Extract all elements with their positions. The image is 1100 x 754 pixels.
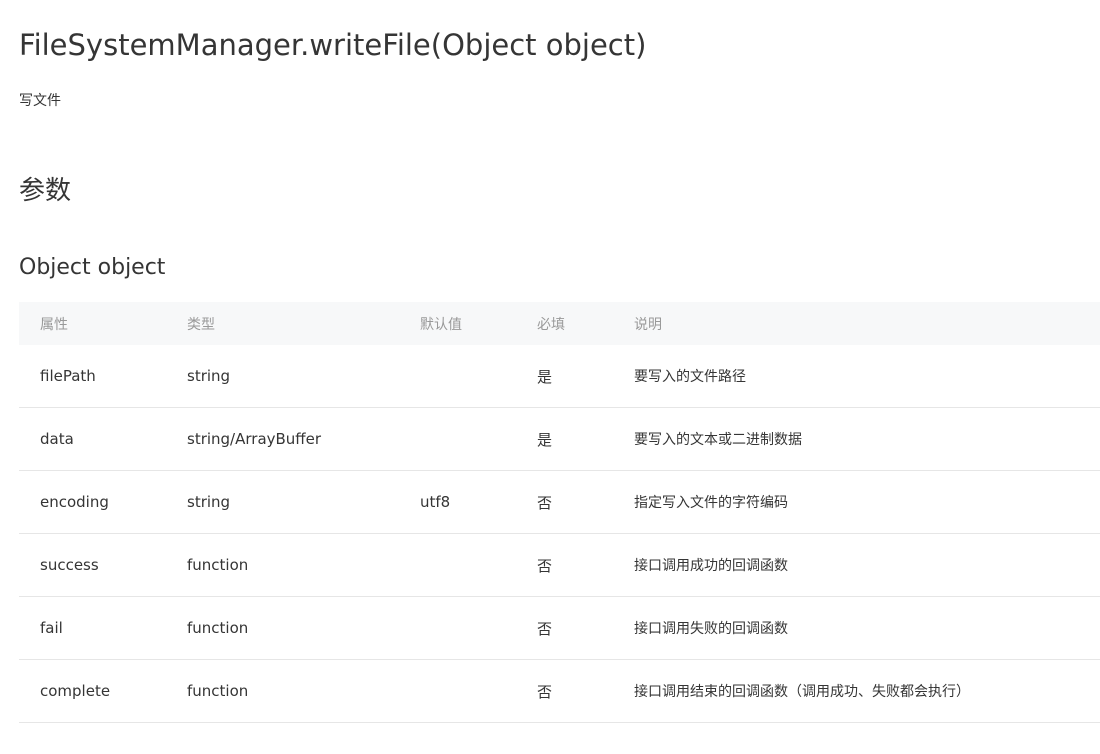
cell-name: complete <box>19 659 187 723</box>
cell-required: 否 <box>537 470 634 534</box>
cell-default <box>420 345 537 408</box>
cell-default <box>420 407 537 471</box>
page-title: FileSystemManager.writeFile(Object objec… <box>19 28 647 62</box>
cell-default <box>420 596 537 660</box>
cell-desc: 要写入的文件路径 <box>634 345 1100 408</box>
cell-desc: 接口调用失败的回调函数 <box>634 596 1100 660</box>
cell-name: fail <box>19 596 187 660</box>
cell-type: string <box>187 470 420 534</box>
cell-type: function <box>187 533 420 597</box>
cell-default <box>420 533 537 597</box>
section-title: 参数 <box>19 176 72 206</box>
table-row: success function 否 接口调用成功的回调函数 <box>19 533 1100 597</box>
header-default: 默认值 <box>420 316 462 333</box>
cell-type: function <box>187 596 420 660</box>
table-header-row: 属性 类型 默认值 必填 说明 <box>19 302 1100 345</box>
cell-name: encoding <box>19 470 187 534</box>
cell-required: 否 <box>537 533 634 597</box>
params-table: 属性 类型 默认值 必填 说明 filePath string 是 要写入的文件… <box>19 302 1100 723</box>
table-row: fail function 否 接口调用失败的回调函数 <box>19 596 1100 660</box>
cell-default: utf8 <box>420 470 537 534</box>
cell-type: string <box>187 345 420 408</box>
param-object-title: Object object <box>19 255 166 280</box>
cell-required: 是 <box>537 345 634 408</box>
cell-desc: 要写入的文本或二进制数据 <box>634 407 1100 471</box>
cell-type: string/ArrayBuffer <box>187 407 420 471</box>
header-type: 类型 <box>187 316 215 333</box>
table-row: data string/ArrayBuffer 是 要写入的文本或二进制数据 <box>19 407 1100 471</box>
api-description: 写文件 <box>19 93 61 109</box>
cell-desc: 指定写入文件的字符编码 <box>634 470 1100 534</box>
cell-desc: 接口调用结束的回调函数（调用成功、失败都会执行） <box>634 659 1100 723</box>
table-row: encoding string utf8 否 指定写入文件的字符编码 <box>19 470 1100 534</box>
cell-name: filePath <box>19 345 187 408</box>
header-desc: 说明 <box>634 316 662 333</box>
table-row: complete function 否 接口调用结束的回调函数（调用成功、失败都… <box>19 659 1100 723</box>
cell-name: success <box>19 533 187 597</box>
header-required: 必填 <box>537 316 565 333</box>
cell-desc: 接口调用成功的回调函数 <box>634 533 1100 597</box>
header-name: 属性 <box>40 316 68 333</box>
table-row: filePath string 是 要写入的文件路径 <box>19 345 1100 408</box>
cell-required: 否 <box>537 659 634 723</box>
cell-required: 是 <box>537 407 634 471</box>
cell-required: 否 <box>537 596 634 660</box>
cell-type: function <box>187 659 420 723</box>
cell-name: data <box>19 407 187 471</box>
cell-default <box>420 659 537 723</box>
